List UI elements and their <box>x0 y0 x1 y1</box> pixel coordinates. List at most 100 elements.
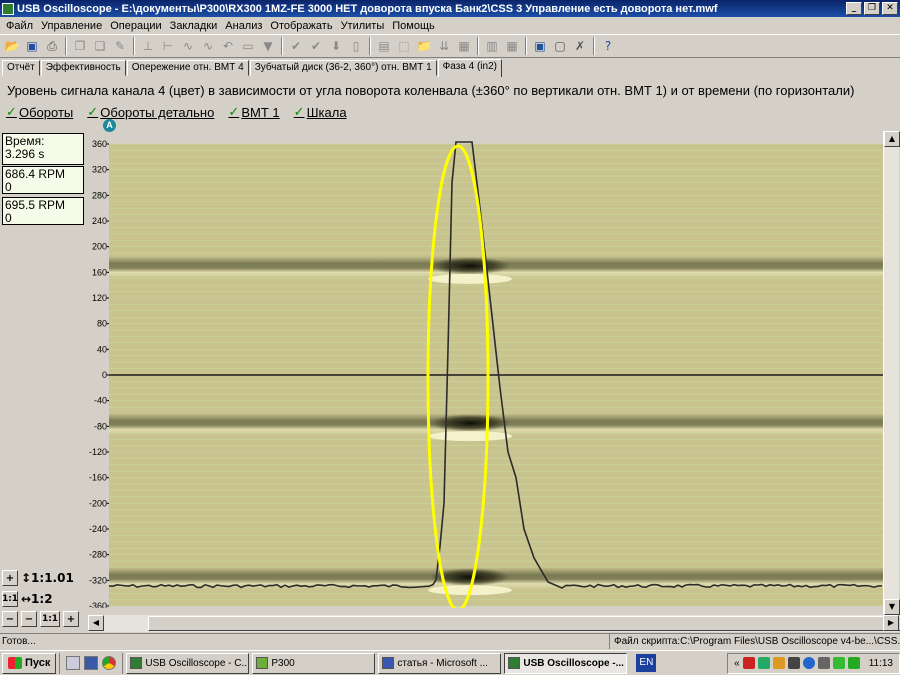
y-tick-label: -160 <box>89 473 107 483</box>
task-usb-oscilloscope-2[interactable]: USB Oscilloscope -... <box>504 652 628 674</box>
marker-a[interactable]: A <box>103 119 116 132</box>
undo-icon[interactable]: ↶ <box>219 37 237 55</box>
tab-phase4[interactable]: Фаза 4 (in2) <box>437 59 502 77</box>
doc-icon[interactable]: ▯ <box>347 37 365 55</box>
scroll-thumb[interactable] <box>148 616 900 631</box>
filter-icon[interactable]: ▼ <box>259 37 277 55</box>
scroll-left-icon[interactable]: ◀ <box>88 615 104 631</box>
toolbar-separator <box>477 37 479 55</box>
arrow-icon[interactable]: ⇊ <box>435 37 453 55</box>
toolbar-separator <box>525 37 527 55</box>
marker-icon[interactable]: ⊢ <box>159 37 177 55</box>
phase-heatmap-chart[interactable]: 360 320 280 240 200 160 120 80 40 0 -40 -80 -120 -160… <box>88 128 883 608</box>
select-icon[interactable]: ⬚ <box>395 37 413 55</box>
toolbar-separator <box>593 37 595 55</box>
save-icon[interactable] <box>84 656 99 670</box>
wave-icon[interactable]: ∿ <box>179 37 197 55</box>
bars-icon[interactable]: ▥ <box>483 37 501 55</box>
menu-operations[interactable]: Операции <box>106 20 165 32</box>
tray-app-icon[interactable] <box>742 657 755 669</box>
heat-highlight <box>428 431 512 442</box>
oscilloscope-icon <box>130 657 143 669</box>
horizontal-scrollbar[interactable]: ◀ ▶ <box>88 615 900 632</box>
grid2-icon[interactable]: ▦ <box>503 37 521 55</box>
scroll-down-icon[interactable]: ▼ <box>884 599 900 615</box>
menu-utilities[interactable]: Утилиты <box>337 20 389 32</box>
wave2-icon[interactable]: ∿ <box>199 37 217 55</box>
tray-network-icon[interactable] <box>757 657 770 669</box>
tray-green-icon[interactable] <box>832 657 845 669</box>
menu-control[interactable]: Управление <box>37 20 106 32</box>
folder-icon <box>256 657 269 669</box>
task-p300[interactable]: P300 <box>252 652 376 674</box>
checkbox-rpm[interactable]: ✓ Обороты <box>6 105 73 120</box>
reset-zoom-button[interactable]: 1:1 <box>40 611 60 627</box>
y-tick-label: 200 <box>92 242 107 252</box>
tab-efficiency[interactable]: Эффективность <box>40 60 126 76</box>
checkbox-label: Обороты <box>19 105 74 120</box>
tab-report[interactable]: Отчёт <box>2 60 40 76</box>
task-word[interactable]: статья - Microsoft ... <box>378 652 502 674</box>
rpm-value: 695.5 RPM <box>5 198 66 212</box>
save-icon[interactable]: ▣ <box>23 37 41 55</box>
paste-icon[interactable]: ❏ <box>91 37 109 55</box>
split-icon[interactable]: ▤ <box>375 37 393 55</box>
menu-help[interactable]: Помощь <box>388 20 439 32</box>
copy-icon[interactable]: ❐ <box>71 37 89 55</box>
page-icon[interactable]: ▢ <box>551 37 569 55</box>
tray-monitor-icon[interactable] <box>787 657 800 669</box>
checkbox-rpm-detail[interactable]: ✓ Обороты детально <box>87 105 214 120</box>
zoom-out-h-button[interactable]: − <box>21 611 37 627</box>
y-tick-label: -80 <box>94 421 107 431</box>
screen-icon[interactable]: ▣ <box>531 37 549 55</box>
tab-advance[interactable]: Опережение отн. ВМТ 4 <box>126 60 249 76</box>
menu-analysis[interactable]: Анализ <box>221 20 266 32</box>
status-ready: Готов... <box>0 634 610 649</box>
line-icon[interactable]: ▭ <box>239 37 257 55</box>
language-indicator[interactable]: EN <box>636 654 657 672</box>
tray-status-icon[interactable] <box>847 657 860 669</box>
zoom-in-button[interactable]: + <box>2 570 18 586</box>
tool-icon[interactable]: ✎ <box>111 37 129 55</box>
tab-toothed-disk[interactable]: Зубчатый диск (36-2, 360°) отн. ВМТ 1 <box>249 60 437 76</box>
open-icon[interactable]: 📂 <box>3 37 21 55</box>
print-icon[interactable]: ⎙ <box>43 37 61 55</box>
tray-expand-icon[interactable]: « <box>734 658 740 669</box>
scroll-up-icon[interactable]: ▲ <box>884 131 900 147</box>
menu-bar: Файл Управление Операции Закладки Анализ… <box>0 17 900 34</box>
menu-view[interactable]: Отображать <box>266 20 336 32</box>
grid-icon[interactable]: ▦ <box>455 37 473 55</box>
zoom-out-button[interactable]: − <box>2 611 18 627</box>
one-to-one-button[interactable]: 1:1 <box>2 591 18 607</box>
heat-highlight <box>428 273 512 284</box>
tray-alert-icon[interactable] <box>772 657 785 669</box>
desktop-icon[interactable] <box>66 656 81 670</box>
close-button[interactable]: ✕ <box>882 2 898 15</box>
minimize-button[interactable]: _ <box>846 2 862 15</box>
zoom-in-h-button[interactable]: + <box>63 611 79 627</box>
cross-icon[interactable]: ✗ <box>571 37 589 55</box>
start-button[interactable]: Пуск <box>2 652 57 674</box>
menu-file[interactable]: Файл <box>2 20 37 32</box>
checkbox-scale[interactable]: ✓ Шкала <box>294 105 347 120</box>
cursor-icon[interactable]: ⊥ <box>139 37 157 55</box>
menu-bookmarks[interactable]: Закладки <box>166 20 222 32</box>
checkbox-tdc1[interactable]: ✓ ВМТ 1 <box>228 105 279 120</box>
title-bar: USB Oscilloscope - E:\документы\P300\RX3… <box>0 0 900 17</box>
check-icon[interactable]: ✔ <box>287 37 305 55</box>
folder-icon[interactable]: 📁 <box>415 37 433 55</box>
scroll-right-icon[interactable]: ▶ <box>883 615 899 631</box>
vertical-scrollbar[interactable]: ▲ ▼ <box>883 131 900 615</box>
y-tick-label: -240 <box>89 524 107 534</box>
bluetooth-icon[interactable] <box>802 657 815 669</box>
maximize-button[interactable]: ❐ <box>864 2 880 15</box>
task-usb-oscilloscope-1[interactable]: USB Oscilloscope - C... <box>126 652 250 674</box>
check-icon: ✓ <box>87 105 99 120</box>
down-icon[interactable]: ⬇ <box>327 37 345 55</box>
help-icon[interactable]: ? <box>599 37 617 55</box>
tray-tool-icon[interactable] <box>817 657 830 669</box>
check2-icon[interactable]: ✔ <box>307 37 325 55</box>
chrome-icon[interactable] <box>102 656 117 670</box>
y-tick-label: 120 <box>92 293 107 303</box>
task-label: статья - Microsoft ... <box>397 657 488 669</box>
